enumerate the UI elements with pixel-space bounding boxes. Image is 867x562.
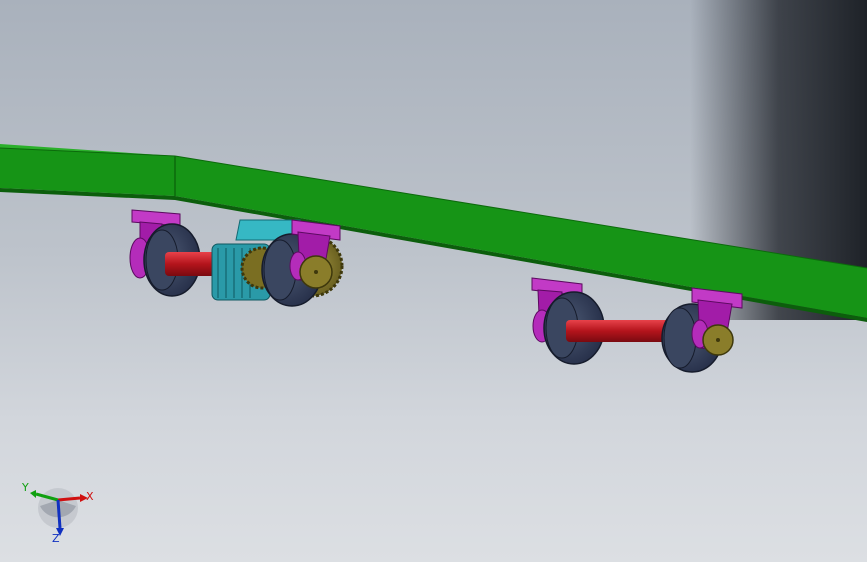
x-axis-label: X — [86, 490, 94, 503]
right-wheelset[interactable] — [531, 277, 743, 373]
graphics-viewport[interactable]: X Y Z — [0, 0, 867, 562]
z-axis-line — [56, 499, 62, 529]
triad-graphic: X Y Z — [21, 481, 94, 545]
3d-model-view[interactable] — [0, 0, 867, 562]
y-axis-label: Y — [21, 481, 29, 494]
left-wheelset[interactable] — [129, 209, 344, 307]
axle-2 — [566, 320, 676, 342]
z-axis-label: Z — [52, 532, 60, 545]
coordinate-triad[interactable]: X Y Z — [14, 476, 104, 551]
x-axis-line — [57, 496, 81, 502]
